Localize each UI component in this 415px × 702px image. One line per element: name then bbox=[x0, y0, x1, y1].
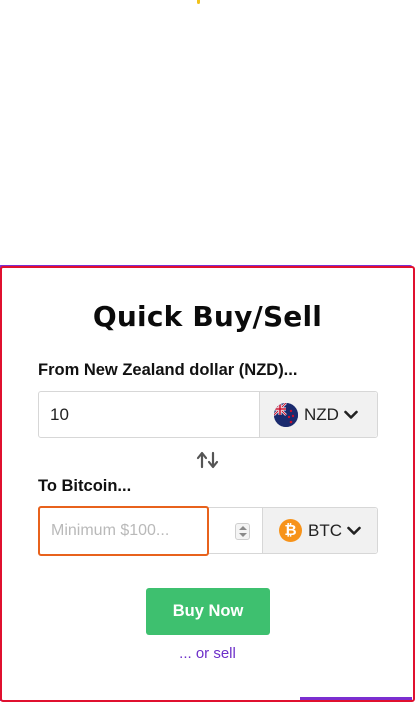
spinner-down-icon[interactable] bbox=[239, 533, 247, 537]
buy-now-button[interactable]: Buy Now bbox=[146, 588, 270, 635]
from-currency-select[interactable]: NZD bbox=[259, 392, 377, 437]
widget-bottom-accent bbox=[300, 697, 412, 700]
to-currency-select[interactable]: ₿ BTC bbox=[262, 508, 377, 553]
spinner-up-icon[interactable] bbox=[239, 526, 247, 530]
top-loader-dot bbox=[197, 0, 200, 4]
bitcoin-icon: ₿ bbox=[279, 519, 302, 542]
nz-flag-icon bbox=[274, 402, 298, 427]
to-amount-group: ₿ BTC bbox=[38, 506, 378, 556]
or-sell-link[interactable]: ... or sell bbox=[0, 645, 415, 662]
number-spinner[interactable] bbox=[235, 523, 250, 540]
chevron-down-icon bbox=[344, 410, 358, 420]
from-currency-code: NZD bbox=[304, 404, 339, 424]
from-amount-input[interactable] bbox=[39, 392, 261, 437]
from-currency-label: From New Zealand dollar (NZD)... bbox=[38, 361, 298, 379]
to-amount-input[interactable] bbox=[40, 508, 207, 554]
to-currency-label: To Bitcoin... bbox=[38, 477, 132, 495]
from-amount-group: NZD bbox=[38, 391, 378, 438]
swap-arrows-icon[interactable] bbox=[196, 451, 220, 474]
chevron-down-icon bbox=[347, 526, 361, 536]
to-currency-code: BTC bbox=[308, 520, 342, 540]
widget-title: Quick Buy/Sell bbox=[92, 300, 323, 333]
to-amount-focus-ring bbox=[38, 506, 209, 556]
